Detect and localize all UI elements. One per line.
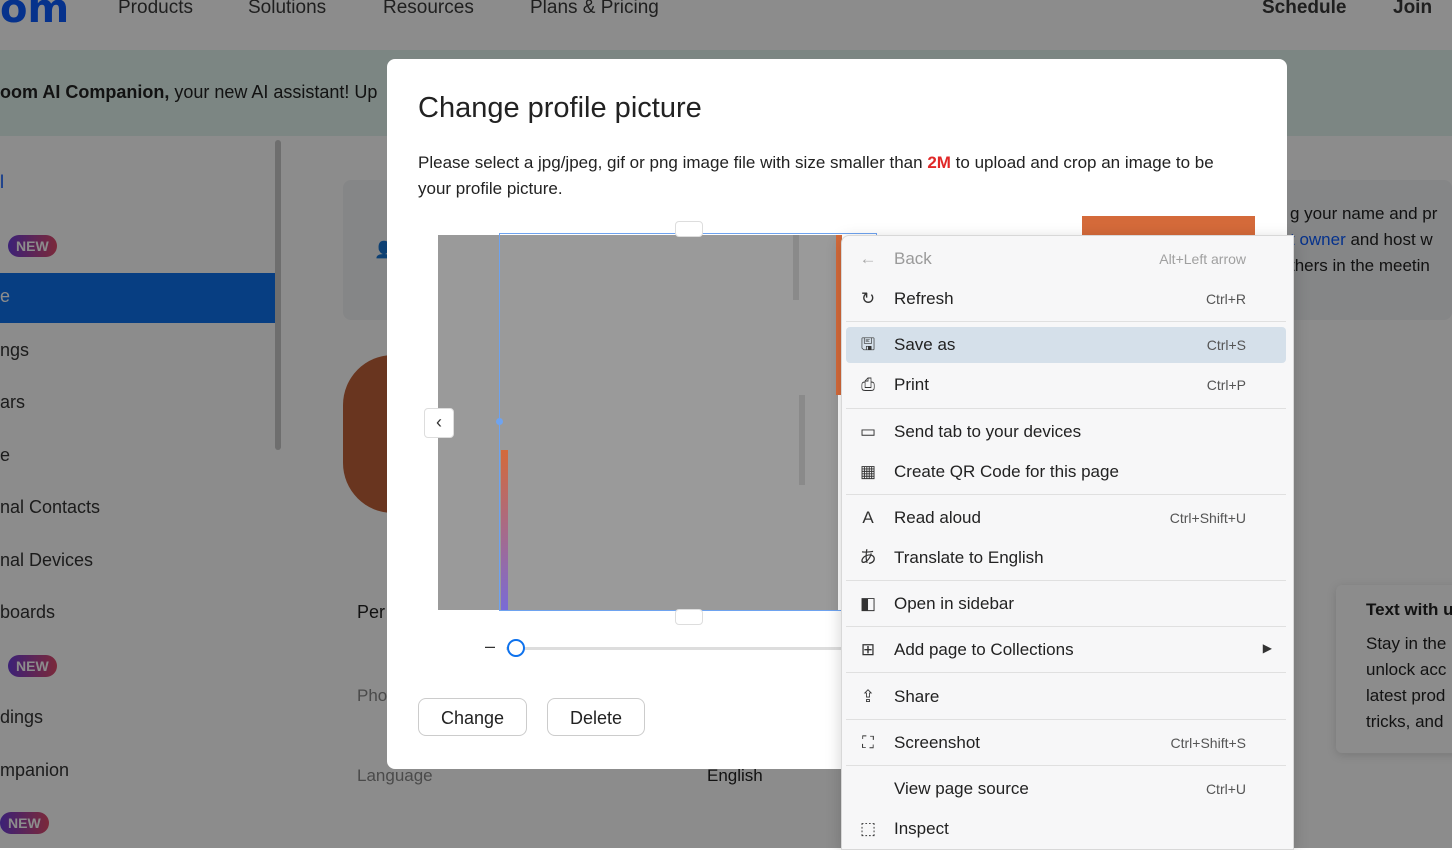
preview-image — [1082, 216, 1255, 236]
menu-item-view-source[interactable]: View page source Ctrl+U — [846, 771, 1286, 807]
menu-separator — [846, 494, 1286, 495]
dialog-title: Change profile picture — [418, 92, 702, 124]
menu-item-read-aloud[interactable]: A Read aloud Ctrl+Shift+U — [846, 500, 1286, 536]
menu-separator — [846, 626, 1286, 627]
print-icon: ⎙ — [861, 375, 875, 394]
zoom-slider-track[interactable] — [506, 647, 846, 650]
menu-item-refresh[interactable]: ↻ Refresh Ctrl+R — [846, 281, 1286, 317]
save-as-icon: 🖫 — [860, 335, 876, 354]
menu-item-qr-code[interactable]: ▦ Create QR Code for this page — [846, 454, 1286, 490]
menu-separator — [846, 719, 1286, 720]
menu-item-collections[interactable]: ⊞ Add page to Collections ▶ — [846, 632, 1286, 668]
menu-item-save-as[interactable]: 🖫 Save as Ctrl+S — [846, 327, 1286, 363]
collections-icon: ⊞ — [860, 640, 876, 659]
chevron-right-icon: ▶ — [1262, 641, 1272, 655]
menu-item-print[interactable]: ⎙ Print Ctrl+P — [846, 367, 1286, 403]
crop-scroll-mid — [799, 395, 805, 485]
menu-item-screenshot[interactable]: ⛶ Screenshot Ctrl+Shift+S — [846, 725, 1286, 761]
chevron-left-icon[interactable]: ‹ — [424, 408, 454, 438]
menu-item-open-sidebar[interactable]: ◧ Open in sidebar — [846, 586, 1286, 622]
crop-frame[interactable] — [499, 233, 877, 611]
sidebar-icon: ◧ — [859, 594, 877, 613]
crop-handle-top[interactable] — [675, 221, 703, 237]
crop-scroll-top — [793, 235, 799, 300]
menu-item-share[interactable]: ⇪ Share — [846, 679, 1286, 715]
menu-item-back[interactable]: ← Back Alt+Left arrow — [846, 241, 1286, 277]
menu-separator — [846, 580, 1286, 581]
menu-item-translate[interactable]: あ Translate to English — [846, 540, 1286, 576]
share-icon: ⇪ — [860, 687, 876, 706]
zoom-out-icon[interactable]: – — [485, 636, 495, 657]
zoom-slider-thumb[interactable] — [507, 639, 525, 657]
send-tab-icon: ▭ — [859, 422, 877, 441]
read-aloud-icon: A — [862, 508, 874, 527]
delete-button[interactable]: Delete — [547, 698, 645, 736]
refresh-icon: ↻ — [860, 289, 876, 308]
menu-separator — [846, 321, 1286, 322]
menu-separator — [846, 765, 1286, 766]
menu-item-send-tab[interactable]: ▭ Send tab to your devices — [846, 414, 1286, 450]
crop-handle-bottom[interactable] — [675, 609, 703, 625]
menu-separator — [846, 408, 1286, 409]
qr-code-icon: ▦ — [859, 462, 877, 481]
crop-handle-left[interactable] — [496, 418, 503, 425]
translate-icon: あ — [859, 548, 877, 567]
menu-separator — [846, 672, 1286, 673]
inspect-icon: ⬚ — [859, 819, 877, 838]
dialog-description: Please select a jpg/jpeg, gif or png ima… — [418, 153, 1214, 198]
change-button[interactable]: Change — [418, 698, 527, 736]
menu-item-inspect[interactable]: ⬚ Inspect — [846, 811, 1286, 847]
screenshot-icon: ⛶ — [862, 733, 874, 752]
back-arrow-icon: ← — [859, 249, 877, 268]
